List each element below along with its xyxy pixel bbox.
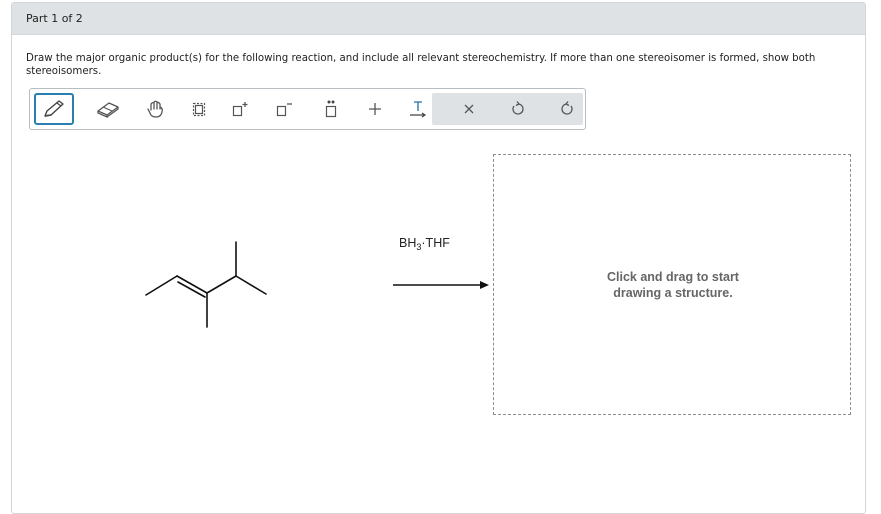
drawing-hint-line-2: drawing a structure. [613, 285, 733, 300]
structure-drawing-area[interactable]: Click and drag to start drawing a struct… [493, 154, 851, 415]
reagent-label: BH3·THF [399, 236, 450, 252]
bond [145, 275, 178, 296]
bond [235, 275, 267, 295]
reaction-arrow [393, 281, 489, 289]
reagent-main: BH [399, 236, 417, 250]
starting-material-structure [145, 241, 267, 328]
drawing-hint-line-1: Click and drag to start [607, 270, 739, 284]
bond [206, 275, 237, 294]
reagent-rest: ·THF [421, 236, 450, 250]
drawing-hint: Click and drag to start drawing a struct… [494, 270, 852, 301]
